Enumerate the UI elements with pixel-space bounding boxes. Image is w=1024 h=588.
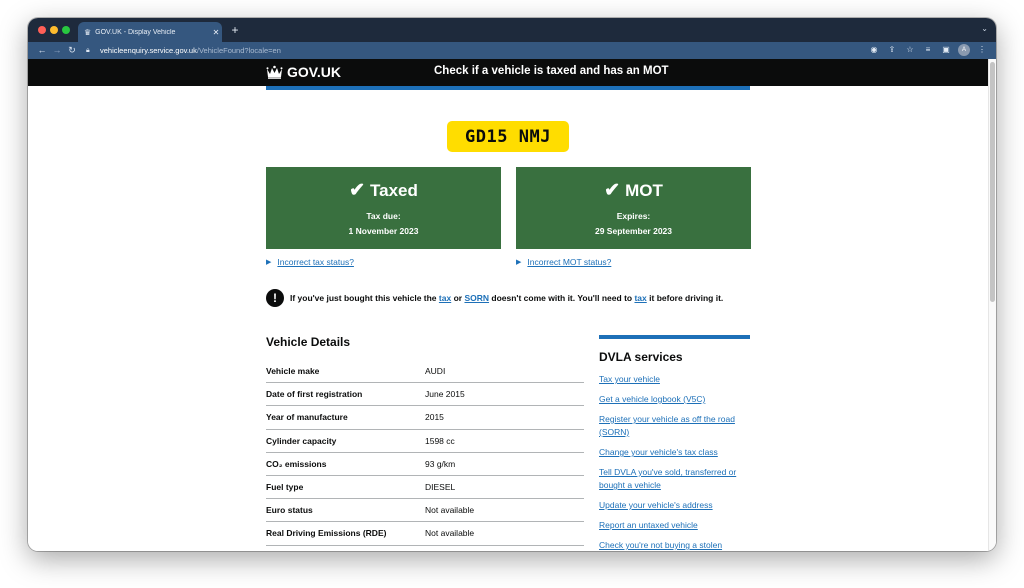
warning-message: ! If you've just bought this vehicle the… bbox=[266, 288, 750, 308]
page-scrollbar[interactable] bbox=[988, 59, 996, 551]
disclosure-triangle-icon: ▶ bbox=[266, 259, 272, 266]
table-row: Vehicle make AUDI bbox=[266, 360, 584, 384]
row-key: Date of first registration bbox=[266, 389, 363, 400]
row-key: Real Driving Emissions (RDE) bbox=[266, 528, 387, 539]
header-blue-bar bbox=[266, 86, 750, 90]
crown-icon bbox=[266, 65, 283, 79]
tax-due-label: Tax due: bbox=[366, 211, 401, 221]
report-untaxed-link[interactable]: Report an untaxed vehicle bbox=[599, 519, 750, 532]
row-key: Fuel type bbox=[266, 482, 304, 493]
browser-tab[interactable]: ♛ GOV.UK - Display Vehicle ✕ bbox=[78, 22, 222, 42]
register-sorn-link[interactable]: Register your vehicle as off the road (S… bbox=[599, 413, 750, 439]
side-panel-icon[interactable]: ▣ bbox=[940, 44, 952, 56]
get-logbook-link[interactable]: Get a vehicle logbook (V5C) bbox=[599, 393, 750, 406]
sorn-link[interactable]: SORN bbox=[464, 293, 489, 303]
url-path: /VehicleFound?locale=en bbox=[196, 46, 281, 55]
row-key: Vehicle make bbox=[266, 366, 320, 377]
bookmark-star-icon[interactable]: ☆ bbox=[904, 44, 916, 56]
url-host: vehicleenquiry.service.gov.uk bbox=[100, 46, 197, 55]
row-value: AUDI bbox=[425, 366, 446, 377]
disclosure-triangle-icon: ▶ bbox=[516, 259, 522, 266]
exclamation-warning-icon: ! bbox=[266, 289, 284, 307]
forward-arrow-icon[interactable]: → bbox=[51, 44, 63, 56]
toolbar-icons: ◉ ⇪ ☆ ≡ ▣ A ⋮ bbox=[868, 44, 988, 56]
lock-icon[interactable]: 🔒︎ bbox=[86, 45, 96, 56]
service-name[interactable]: Check if a vehicle is taxed and has an M… bbox=[434, 65, 669, 77]
table-row: Real Driving Emissions (RDE) Not availab… bbox=[266, 522, 584, 546]
google-lens-icon[interactable]: ◉ bbox=[868, 44, 880, 56]
close-window-button[interactable] bbox=[38, 26, 46, 34]
menu-kebab-icon[interactable]: ⋮ bbox=[976, 44, 988, 56]
address-bar[interactable]: vehicleenquiry.service.gov.uk/VehicleFou… bbox=[100, 45, 281, 56]
row-value: June 2015 bbox=[425, 389, 465, 400]
update-address-link[interactable]: Update your vehicle's address bbox=[599, 499, 750, 512]
scrollbar-thumb[interactable] bbox=[990, 62, 995, 302]
checkmark-icon: ✔ bbox=[349, 180, 366, 201]
warning-text: If you've just bought this vehicle the t… bbox=[290, 293, 724, 303]
browser-window: ♛ GOV.UK - Display Vehicle ✕ + ⌄ ← → ↻ 🔒… bbox=[28, 18, 996, 551]
check-stolen-link[interactable]: Check you're not buying a stolen bbox=[599, 539, 750, 551]
table-row: Year of manufacture 2015 bbox=[266, 406, 584, 430]
mot-status-text: MOT bbox=[625, 180, 663, 200]
vehicle-details-heading: Vehicle Details bbox=[266, 335, 351, 349]
tax-link-2[interactable]: tax bbox=[634, 293, 646, 303]
table-row: Date of first registration June 2015 bbox=[266, 383, 584, 407]
favicon-crown-icon: ♛ bbox=[84, 27, 92, 37]
row-value: Not available bbox=[425, 528, 475, 539]
incorrect-mot-status-toggle[interactable]: ▶ Incorrect MOT status? bbox=[516, 257, 611, 267]
incorrect-tax-status-toggle[interactable]: ▶ Incorrect tax status? bbox=[266, 257, 354, 267]
table-row: CO₂ emissions 93 g/km bbox=[266, 453, 584, 476]
tab-close-icon[interactable]: ✕ bbox=[210, 28, 222, 37]
profile-avatar[interactable]: A bbox=[958, 44, 970, 56]
new-tab-button[interactable]: + bbox=[228, 23, 242, 37]
tax-status-panel: ✔ Taxed Tax due: 1 November 2023 bbox=[266, 167, 501, 249]
dvla-services-sidebar: DVLA services Tax your vehicle Get a veh… bbox=[599, 335, 750, 551]
table-row: Euro status Not available bbox=[266, 499, 584, 523]
registration-plate: GD15 NMJ bbox=[447, 121, 569, 152]
reload-icon[interactable]: ↻ bbox=[66, 44, 78, 56]
row-key: CO₂ emissions bbox=[266, 458, 327, 469]
browser-toolbar: ← → ↻ 🔒︎ vehicleenquiry.service.gov.uk/V… bbox=[28, 42, 996, 59]
row-value: 2015 bbox=[425, 412, 444, 423]
back-arrow-icon[interactable]: ← bbox=[36, 44, 48, 56]
mot-expires-label: Expires: bbox=[616, 211, 651, 221]
row-value: Not available bbox=[425, 505, 475, 516]
tab-title: GOV.UK - Display Vehicle bbox=[95, 28, 176, 36]
mot-status-panel: ✔ MOT Expires: 29 September 2023 bbox=[516, 167, 751, 249]
mot-expiry-date: 29 September 2023 bbox=[594, 226, 673, 236]
row-value: 93 g/km bbox=[425, 458, 456, 469]
tax-status-text: Taxed bbox=[370, 180, 418, 200]
reading-list-icon[interactable]: ≡ bbox=[922, 44, 934, 56]
tab-search-chevron-icon[interactable]: ⌄ bbox=[981, 24, 988, 33]
row-key: Cylinder capacity bbox=[266, 435, 337, 446]
row-value: 1598 cc bbox=[425, 435, 455, 446]
minimize-window-button[interactable] bbox=[50, 26, 58, 34]
table-row: Fuel type DIESEL bbox=[266, 476, 584, 500]
tax-your-vehicle-link[interactable]: Tax your vehicle bbox=[599, 373, 750, 386]
govuk-header: GOV.UK Check if a vehicle is taxed and h… bbox=[28, 59, 988, 86]
table-row: Cylinder capacity 1598 cc bbox=[266, 430, 584, 453]
govuk-logo[interactable]: GOV.UK bbox=[266, 64, 341, 80]
tax-due-date: 1 November 2023 bbox=[348, 226, 419, 236]
change-tax-class-link[interactable]: Change your vehicle's tax class bbox=[599, 446, 750, 459]
logo-text: GOV.UK bbox=[287, 64, 341, 80]
row-key: Year of manufacture bbox=[266, 412, 348, 423]
tell-dvla-sold-link[interactable]: Tell DVLA you've sold, transferred or bo… bbox=[599, 466, 750, 492]
row-key: Euro status bbox=[266, 505, 313, 516]
web-page: GOV.UK Check if a vehicle is taxed and h… bbox=[28, 59, 996, 551]
tax-link[interactable]: tax bbox=[439, 293, 451, 303]
incorrect-mot-status-link[interactable]: Incorrect MOT status? bbox=[527, 257, 611, 267]
checkmark-icon: ✔ bbox=[604, 180, 621, 201]
share-icon[interactable]: ⇪ bbox=[886, 44, 898, 56]
dvla-services-heading: DVLA services bbox=[599, 350, 683, 364]
tab-strip: ♛ GOV.UK - Display Vehicle ✕ + ⌄ bbox=[28, 18, 996, 42]
vehicle-details-table: Vehicle make AUDI Date of first registra… bbox=[266, 360, 584, 546]
row-value: DIESEL bbox=[425, 482, 456, 493]
maximize-window-button[interactable] bbox=[62, 26, 70, 34]
incorrect-tax-status-link[interactable]: Incorrect tax status? bbox=[277, 257, 354, 267]
